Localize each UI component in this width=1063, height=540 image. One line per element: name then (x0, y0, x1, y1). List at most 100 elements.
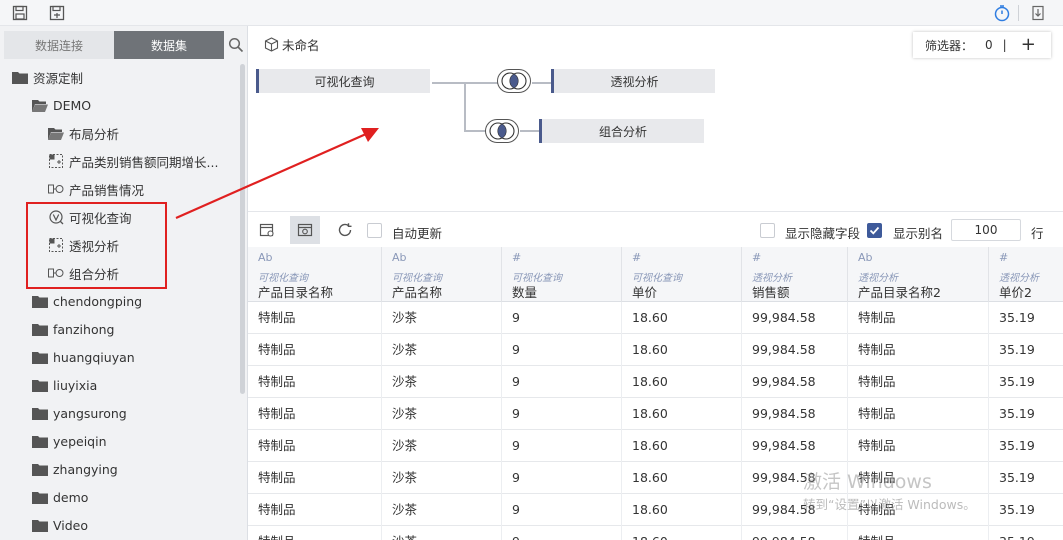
table-cell: 99,984.58 (742, 430, 848, 462)
table-row: 特制品沙茶918.6099,984.58特制品35.19 (248, 366, 1063, 398)
column-type: # (632, 251, 642, 264)
inner-join-icon[interactable] (485, 119, 519, 143)
timer-icon[interactable] (992, 3, 1012, 23)
tab-data-connection[interactable]: 数据连接 (4, 31, 114, 59)
flow-node-combination-analysis[interactable]: 组合分析 (539, 119, 704, 143)
table-cell: 特制品 (248, 302, 382, 334)
column-type: Ab (392, 251, 407, 264)
tree-item-yangsurong[interactable]: yangsurong (32, 399, 127, 427)
table-cell: 特制品 (248, 462, 382, 494)
table-cell: 18.60 (622, 398, 742, 430)
search-icon[interactable] (228, 37, 244, 53)
app-window: 数据连接 数据集 资源定制 DEMO 布局分析 产品类别销售额同期增长... 产… (0, 0, 1063, 540)
tree-item-demo-lower[interactable]: demo (32, 483, 88, 511)
tree-item-resource-custom[interactable]: 资源定制 (12, 63, 83, 91)
table-cell: 35.19 (999, 374, 1035, 389)
panel-tabs: 数据连接 数据集 (4, 31, 225, 59)
window-settings-icon[interactable] (252, 216, 282, 244)
tree-item-liuyixia[interactable]: liuyixia (32, 371, 97, 399)
table-cell: 沙茶 (382, 398, 502, 430)
filter-count: 0 (985, 38, 993, 52)
auto-update-checkbox[interactable] (367, 223, 382, 238)
column-header[interactable]: # 透视分析 单价2 (989, 247, 1063, 302)
preview-data-icon[interactable] (290, 216, 320, 244)
resource-panel: 数据连接 数据集 资源定制 DEMO 布局分析 产品类别销售额同期增长... 产… (0, 26, 248, 540)
table-cell: 沙茶 (382, 430, 502, 462)
save-icon[interactable] (10, 3, 30, 23)
column-header[interactable]: Ab 透视分析 产品目录名称2 (848, 247, 989, 302)
tree-item-category-growth[interactable]: 产品类别销售额同期增长... (48, 147, 218, 175)
table-cell: 35.19 (999, 438, 1035, 453)
table-cell: 特制品 (248, 398, 382, 430)
table-cell: 18.60 (622, 430, 742, 462)
table-cell: 9 (502, 302, 622, 334)
folder-open-icon (48, 126, 64, 140)
save-as-icon[interactable] (47, 3, 67, 23)
toolbar-divider (1018, 5, 1019, 21)
filter-separator: | (1002, 38, 1007, 52)
table-row: 特制品沙茶918.6099,984.58特制品35.19 (248, 398, 1063, 430)
show-alias-label: 显示别名 (893, 226, 944, 241)
windows-activation-watermark: 激活 Windows (803, 471, 932, 493)
table-cell: 特制品 (248, 494, 382, 526)
column-header[interactable]: # 可视化查询 单价 (622, 247, 742, 302)
table-cell: 99,984.58 (742, 334, 848, 366)
tree-item-label: huangqiuyan (53, 349, 135, 365)
tree-item-zhangying[interactable]: zhangying (32, 455, 118, 483)
tree-item-label: 产品类别销售额同期增长... (69, 154, 219, 170)
tree-item-label: liuyixia (53, 377, 98, 393)
column-header[interactable]: # 可视化查询 数量 (502, 247, 622, 302)
column-name: 产品名称 (392, 285, 443, 300)
flow-connector (532, 82, 552, 84)
column-header[interactable]: Ab 可视化查询 产品名称 (382, 247, 502, 302)
flow-connector (520, 130, 540, 132)
folder-icon (32, 490, 48, 504)
row-count-input[interactable]: 100 (951, 219, 1021, 241)
tree-item-chendongping[interactable]: chendongping (32, 287, 142, 315)
tree-item-label: chendongping (53, 293, 143, 309)
table-row: 特制品沙茶918.6099,984.58特制品35.19 (248, 334, 1063, 366)
combination-analysis-icon (48, 182, 64, 196)
column-header[interactable]: # 透视分析 销售额 (742, 247, 848, 302)
folder-icon (32, 434, 48, 448)
export-icon[interactable] (1028, 3, 1048, 23)
tree-item-label: 产品销售情况 (69, 182, 145, 198)
tree-item-label: 布局分析 (69, 126, 120, 142)
table-cell: 35.19 (999, 342, 1035, 357)
tree-item-huangqiuyan[interactable]: huangqiuyan (32, 343, 135, 371)
column-header[interactable]: Ab 可视化查询 产品目录名称 (248, 247, 382, 302)
tree-item-product-sales[interactable]: 产品销售情况 (48, 175, 144, 203)
inner-join-icon[interactable] (497, 69, 531, 93)
dataset-name[interactable]: 未命名 (282, 35, 320, 54)
folder-icon (32, 294, 48, 308)
show-alias-checkbox[interactable] (867, 223, 882, 238)
refresh-icon[interactable] (330, 216, 360, 244)
windows-activation-hint: 转到“设置”以激活 Windows。 (803, 497, 976, 512)
tree-item-label: demo (53, 489, 89, 505)
table-cell: 特制品 (248, 334, 382, 366)
table-cell: 9 (502, 430, 622, 462)
tree-item-video[interactable]: Video (32, 511, 88, 539)
tab-dataset[interactable]: 数据集 (114, 31, 224, 59)
tree-item-label: DEMO (53, 97, 92, 113)
flow-connector (464, 82, 466, 132)
table-cell: 特制品 (848, 334, 989, 366)
table-cell: 99,984.58 (742, 302, 848, 334)
flow-node-visual-query[interactable]: 可视化查询 (256, 69, 430, 93)
tree-item-demo[interactable]: DEMO (32, 91, 91, 119)
folder-icon (32, 350, 48, 364)
table-cell: 35.19 (999, 310, 1035, 325)
column-name: 单价 (632, 285, 658, 300)
show-hidden-checkbox[interactable] (760, 223, 775, 238)
table-row: 特制品沙茶918.6099,984.58特制品35.19 (248, 430, 1063, 462)
tree-item-yepeiqin[interactable]: yepeiqin (32, 427, 107, 455)
tree-scrollbar[interactable] (240, 64, 245, 394)
tree-item-fanzihong[interactable]: fanzihong (32, 315, 114, 343)
filter-box: 筛选器： 0 | + (913, 32, 1051, 58)
add-filter-button[interactable]: + (1021, 36, 1036, 54)
tree-item-layout-analysis[interactable]: 布局分析 (48, 119, 119, 147)
cube-icon (264, 37, 279, 52)
table-cell: 沙茶 (382, 526, 502, 540)
flow-node-pivot-analysis[interactable]: 透视分析 (551, 69, 715, 93)
table-cell: 特制品 (848, 366, 989, 398)
